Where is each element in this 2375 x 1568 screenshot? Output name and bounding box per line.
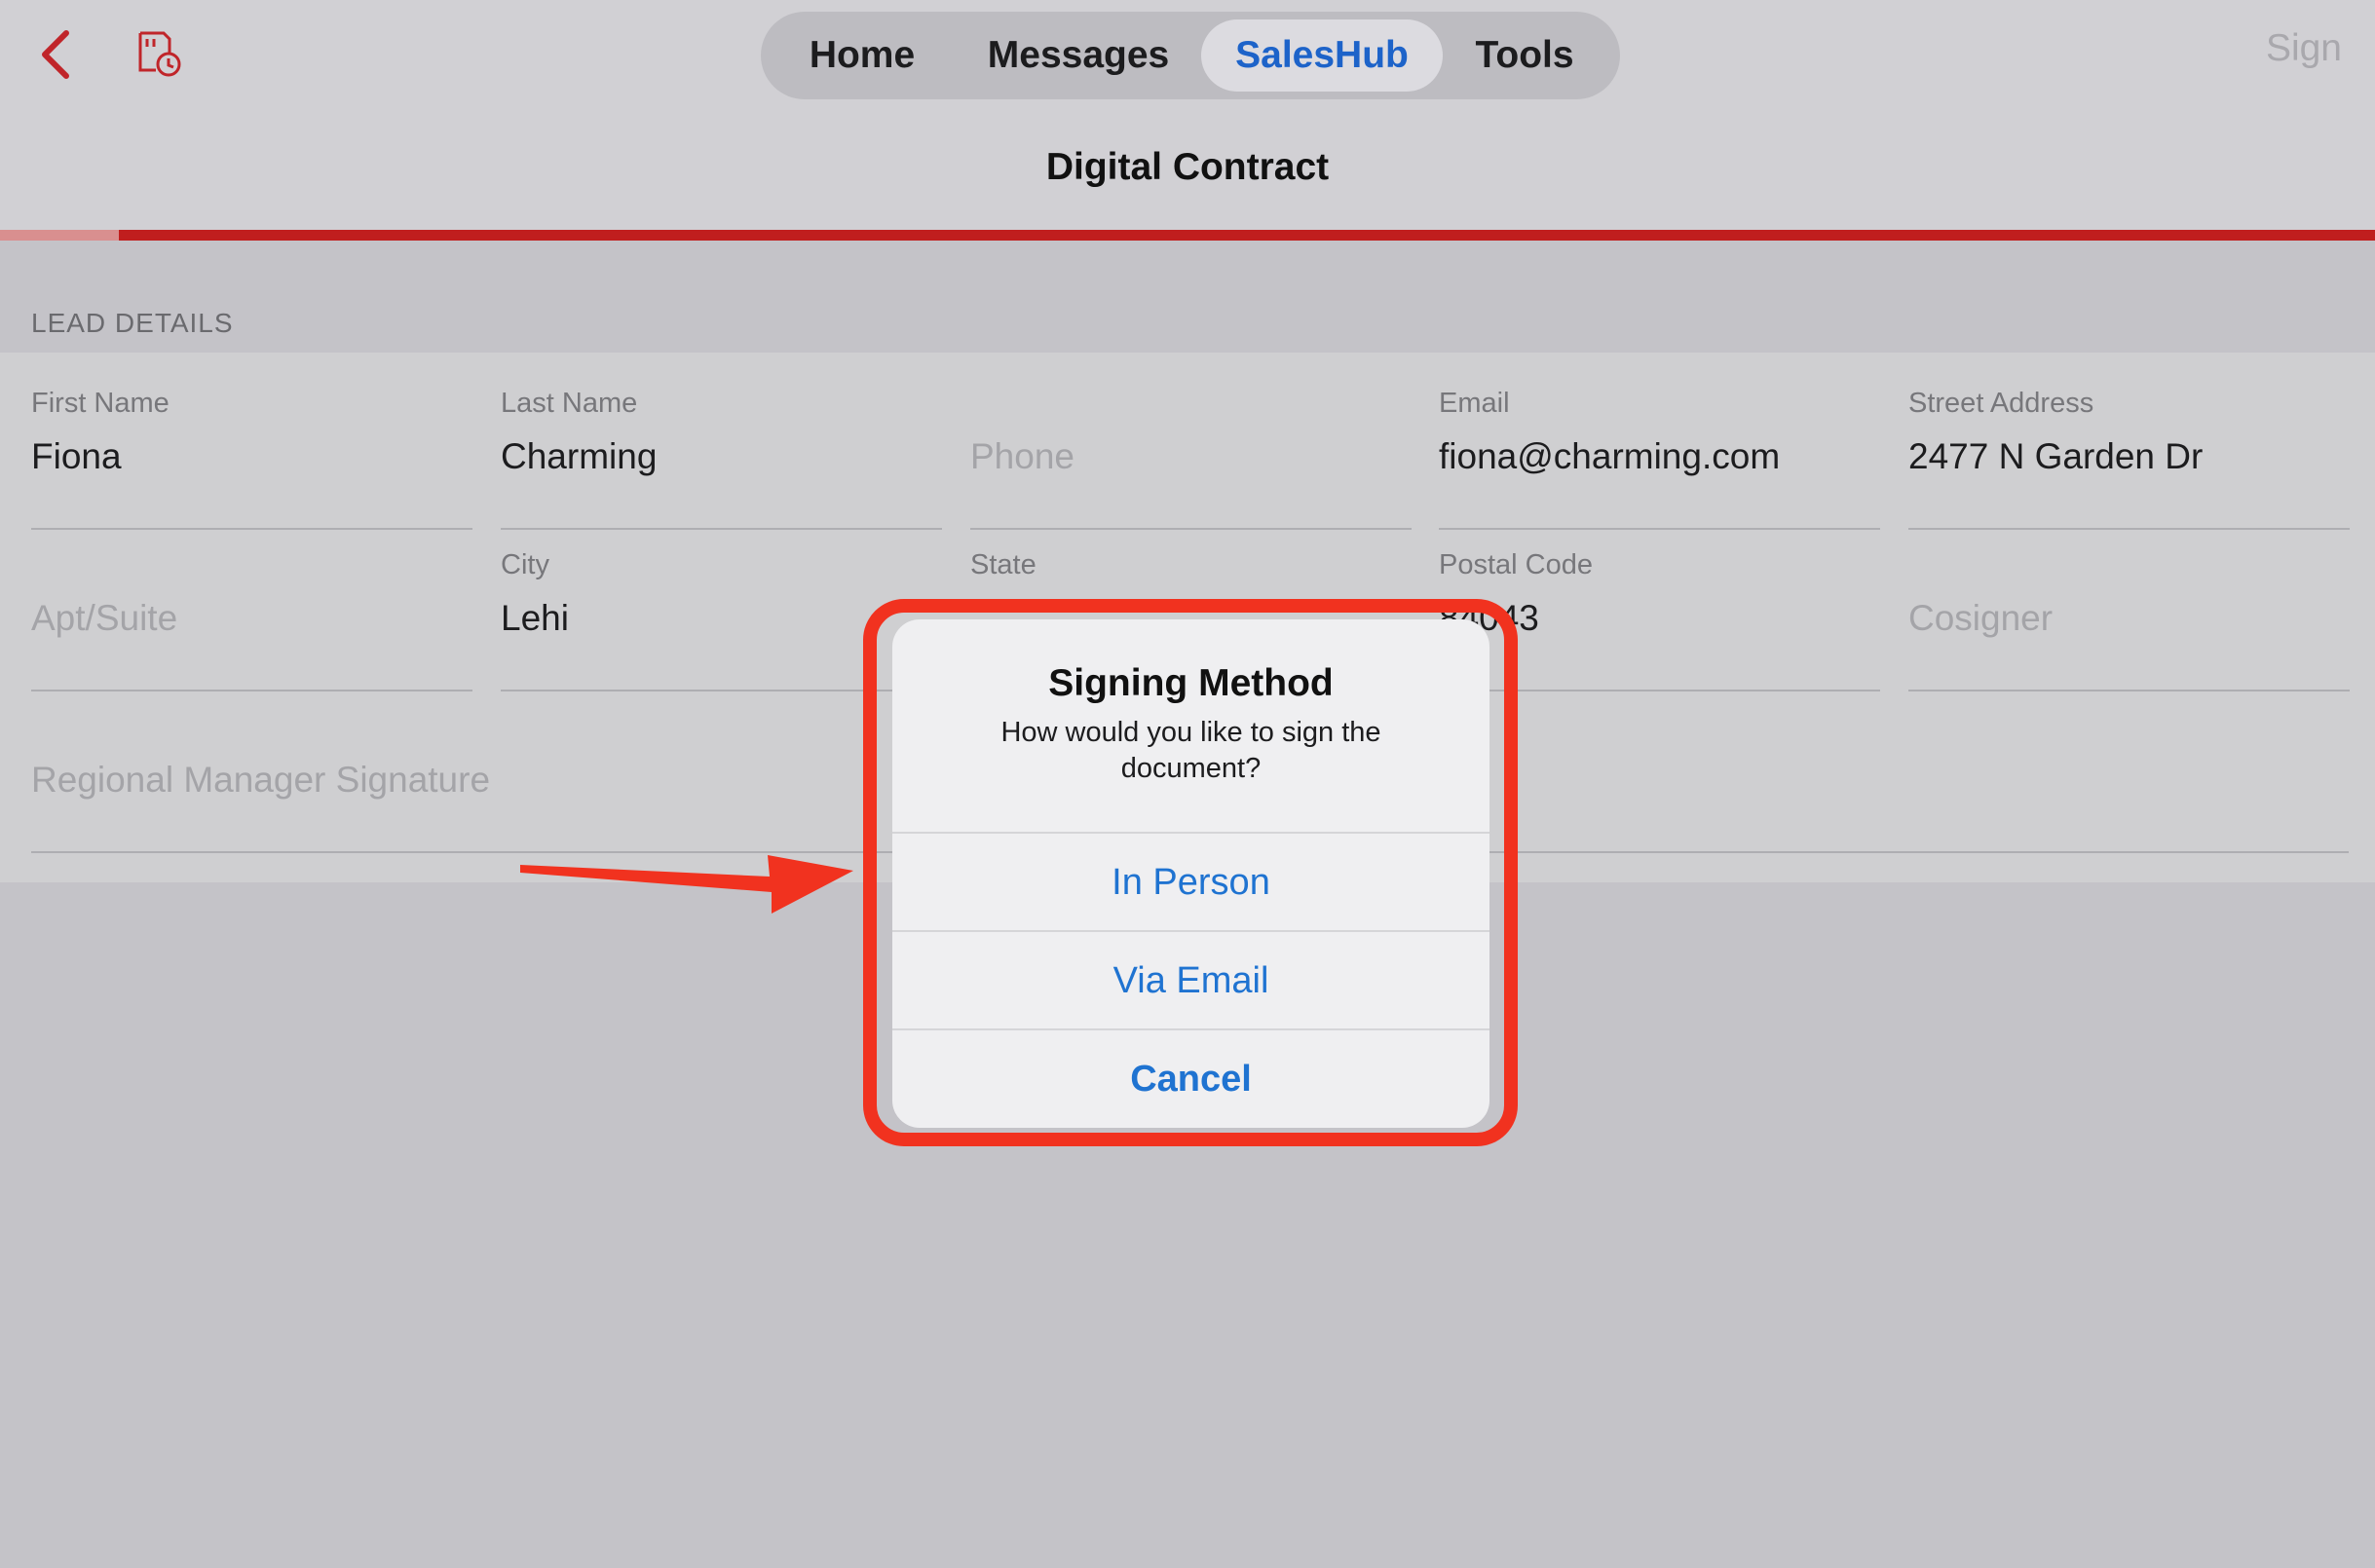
dialog-message: How would you like to sign the document?	[1000, 717, 1381, 784]
street-address-value[interactable]: 2477 N Garden Dr	[1908, 436, 2203, 477]
page-title: Digital Contract	[1045, 146, 1330, 188]
cosigner-placeholder[interactable]: Cosigner	[1908, 598, 2053, 639]
in-person-button[interactable]: In Person	[892, 832, 1489, 929]
divider	[31, 528, 472, 530]
top-bar: Home Messages SalesHub Tools Sign Digita…	[0, 0, 2375, 230]
signing-method-dialog: Signing Method How would you like to sig…	[892, 619, 1489, 1128]
tab-tools[interactable]: Tools	[1456, 19, 1593, 92]
divider	[1908, 690, 2350, 691]
back-chevron-icon[interactable]	[35, 27, 82, 82]
main-tab-bar: Home Messages SalesHub Tools	[761, 12, 1620, 99]
field-label: City	[501, 549, 549, 580]
divider	[501, 528, 942, 530]
via-email-button[interactable]: Via Email	[892, 930, 1489, 1027]
divider	[31, 690, 472, 691]
progress-fill	[0, 230, 119, 241]
field-label: Email	[1439, 388, 1510, 419]
regional-manager-signature-placeholder[interactable]: Regional Manager Signature	[31, 760, 490, 801]
tab-saleshub[interactable]: SalesHub	[1201, 19, 1443, 92]
city-value[interactable]: Lehi	[501, 598, 569, 639]
section-header: LEAD DETAILS	[31, 308, 234, 338]
divider	[1908, 528, 2350, 530]
divider	[970, 528, 1412, 530]
field-label: Postal Code	[1439, 549, 1593, 580]
progress-bar	[0, 230, 2375, 241]
last-name-value[interactable]: Charming	[501, 436, 657, 477]
apt-suite-placeholder[interactable]: Apt/Suite	[31, 598, 177, 639]
field-label: State	[970, 549, 1037, 580]
sign-button[interactable]: Sign	[2266, 27, 2342, 70]
tab-home[interactable]: Home	[784, 19, 940, 92]
field-label: Street Address	[1908, 388, 2094, 419]
phone-placeholder[interactable]: Phone	[970, 436, 1074, 477]
tab-messages[interactable]: Messages	[961, 19, 1195, 92]
cancel-button[interactable]: Cancel	[892, 1028, 1489, 1126]
dialog-title: Signing Method	[1048, 662, 1334, 704]
divider	[1439, 528, 1880, 530]
field-label: First Name	[31, 388, 170, 419]
first-name-value[interactable]: Fiona	[31, 436, 122, 477]
document-clock-icon[interactable]	[134, 29, 183, 78]
field-label: Last Name	[501, 388, 638, 419]
email-value[interactable]: fiona@charming.com	[1439, 436, 1780, 477]
annotation-arrow-icon	[520, 855, 853, 914]
